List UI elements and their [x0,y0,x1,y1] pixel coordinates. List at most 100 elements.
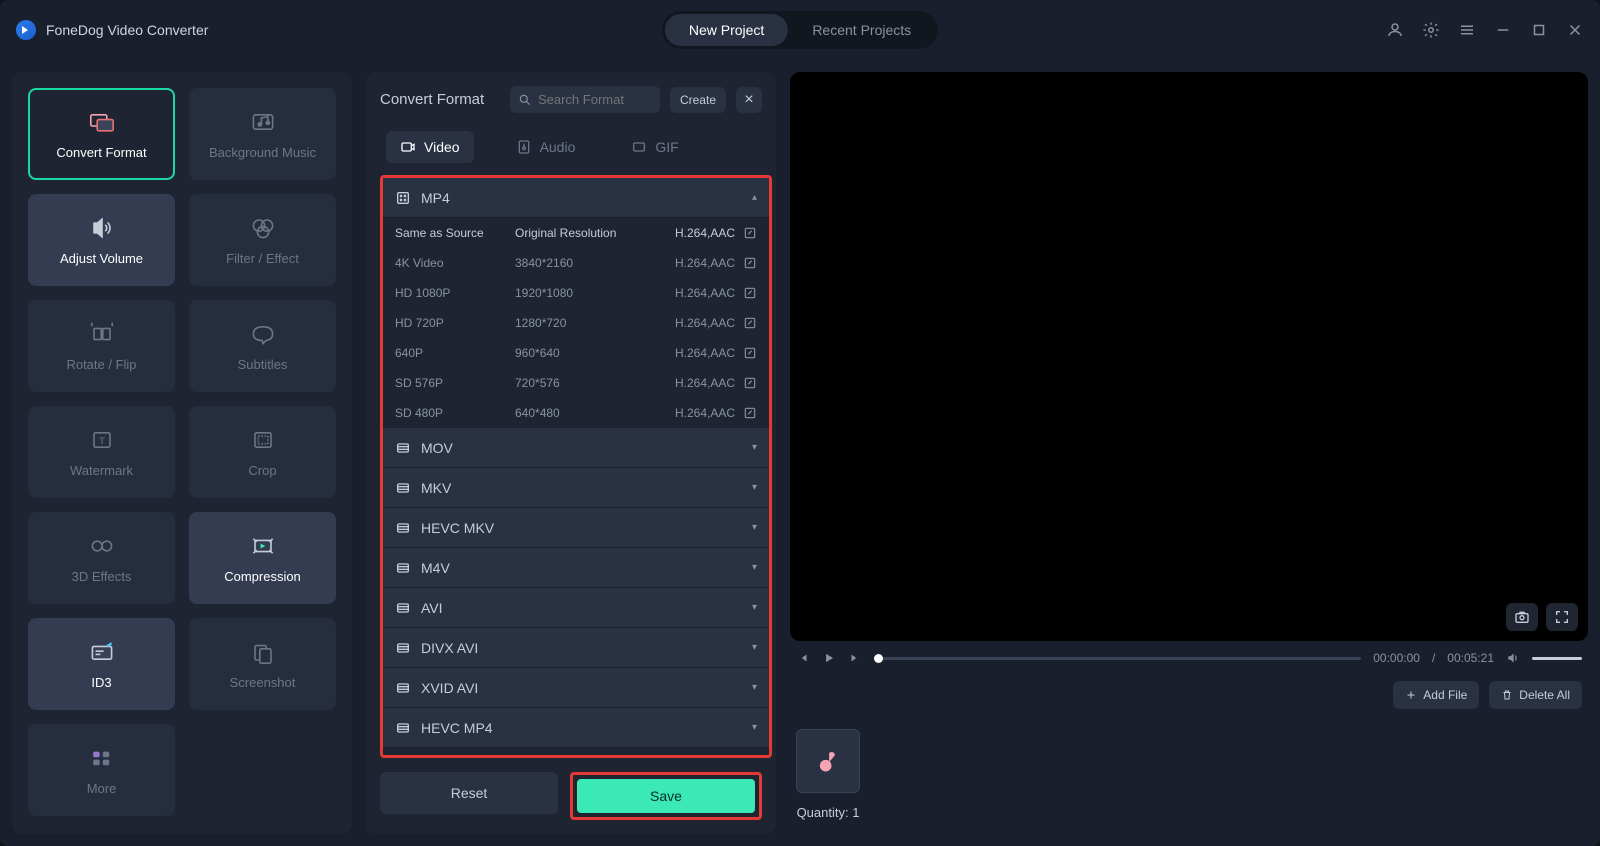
tool-compression[interactable]: Compression [189,512,336,604]
edit-icon[interactable] [743,286,757,300]
film-icon [395,720,411,736]
account-icon[interactable] [1386,21,1404,39]
close-icon[interactable] [1566,21,1584,39]
snapshot-button[interactable] [1506,603,1538,631]
format-group-mp4[interactable]: MP4 ▴ [383,178,769,218]
tab-new-project[interactable]: New Project [665,14,788,46]
tool-subtitles[interactable]: Subtitles [189,300,336,392]
film-icon [395,600,411,616]
progress-bar[interactable] [874,657,1361,660]
id3-icon [86,639,118,665]
format-group-mov[interactable]: MOV▾ [383,428,769,468]
more-icon [86,745,118,771]
minimize-icon[interactable] [1494,21,1512,39]
tool-filter-effect[interactable]: Filter / Effect [189,194,336,286]
format-group-avi[interactable]: AVI▾ [383,588,769,628]
chevron-down-icon: ▾ [752,642,757,653]
search-format-input[interactable] [510,86,660,113]
film-icon [395,440,411,456]
chevron-down-icon: ▾ [752,722,757,733]
play-button[interactable] [822,651,836,665]
tool-label: Screenshot [230,675,296,690]
format-group-xvid-avi[interactable]: XVID AVI▾ [383,668,769,708]
format-group-hevc-mp4[interactable]: HEVC MP4▾ [383,708,769,748]
search-icon [518,93,532,107]
watermark-icon: T [86,427,118,453]
format-group-m4v[interactable]: M4V▾ [383,548,769,588]
edit-icon[interactable] [743,406,757,420]
create-format-button[interactable]: Create [670,87,726,113]
format-group-mkv[interactable]: MKV▾ [383,468,769,508]
format-tab-video[interactable]: Video [386,131,474,163]
format-group-divx-avi[interactable]: DIVX AVI▾ [383,628,769,668]
chevron-up-icon: ▴ [752,192,757,203]
tool-more[interactable]: More [28,724,175,816]
format-preset-row[interactable]: HD 720P1280*720H.264,AAC [383,308,769,338]
chevron-down-icon: ▾ [752,682,757,693]
format-list: MP4 ▴ Same as SourceOriginal ResolutionH… [380,175,772,758]
screenshot-icon [247,639,279,665]
crop-icon [247,427,279,453]
tool-rotate-flip[interactable]: Rotate / Flip [28,300,175,392]
close-format-panel-button[interactable]: × [736,87,762,113]
chevron-down-icon: ▾ [752,482,757,493]
edit-icon[interactable] [743,256,757,270]
tool-label: Background Music [209,145,316,160]
tool-crop[interactable]: Crop [189,406,336,498]
tool-label: Filter / Effect [226,251,299,266]
rotate-flip-icon [86,321,118,347]
edit-icon[interactable] [743,316,757,330]
chevron-down-icon: ▾ [752,522,757,533]
tool-label: Watermark [70,463,133,478]
format-group-hevc-mkv[interactable]: HEVC MKV▾ [383,508,769,548]
trash-icon [1501,689,1513,701]
format-preset-row[interactable]: Same as SourceOriginal ResolutionH.264,A… [383,218,769,248]
edit-icon[interactable] [743,346,757,360]
tool-label: ID3 [91,675,111,690]
menu-icon[interactable] [1458,21,1476,39]
format-tab-audio[interactable]: Audio [502,131,590,163]
tool-label: Crop [248,463,276,478]
edit-icon[interactable] [743,226,757,240]
format-panel: Convert Format Create × Video Audio [366,72,776,834]
file-item[interactable]: Quantity: 1 [796,729,860,820]
tab-recent-projects[interactable]: Recent Projects [788,14,935,46]
tool-id3[interactable]: ID3 [28,618,175,710]
maximize-icon[interactable] [1530,21,1548,39]
preview-panel: 00:00:00 / 00:05:21 Add File Delete All … [790,72,1588,834]
format-panel-title: Convert Format [380,91,500,108]
tool-3d-effects[interactable]: 3D Effects [28,512,175,604]
format-preset-row[interactable]: SD 480P640*480H.264,AAC [383,398,769,428]
time-current: 00:00:00 [1373,651,1420,665]
format-preset-row[interactable]: 4K Video3840*2160H.264,AAC [383,248,769,278]
format-preset-row[interactable]: HD 1080P1920*1080H.264,AAC [383,278,769,308]
tool-label: Compression [224,569,301,584]
tool-label: More [87,781,117,796]
reset-button[interactable]: Reset [380,772,558,814]
tool-screenshot[interactable]: Screenshot [189,618,336,710]
fullscreen-button[interactable] [1546,603,1578,631]
subtitles-icon [247,321,279,347]
tool-adjust-volume[interactable]: Adjust Volume [28,194,175,286]
tool-label: Rotate / Flip [66,357,136,372]
format-preset-row[interactable]: 640P960*640H.264,AAC [383,338,769,368]
film-icon [395,480,411,496]
tool-background-music[interactable]: Background Music [189,88,336,180]
next-button[interactable] [848,651,862,665]
volume-slider[interactable] [1532,657,1582,660]
format-tab-gif[interactable]: GIF [617,131,692,163]
add-file-button[interactable]: Add File [1393,681,1479,709]
convert-format-icon [86,109,118,135]
tool-watermark[interactable]: T Watermark [28,406,175,498]
save-button[interactable]: Save [577,779,755,813]
tool-convert-format[interactable]: Convert Format [28,88,175,180]
delete-all-button[interactable]: Delete All [1489,681,1582,709]
prev-button[interactable] [796,651,810,665]
format-preset-row[interactable]: SD 576P720*576H.264,AAC [383,368,769,398]
time-total: 00:05:21 [1447,651,1494,665]
film-icon [395,190,411,206]
edit-icon[interactable] [743,376,757,390]
settings-icon[interactable] [1422,21,1440,39]
video-preview[interactable] [790,72,1588,641]
volume-icon[interactable] [1506,651,1520,665]
